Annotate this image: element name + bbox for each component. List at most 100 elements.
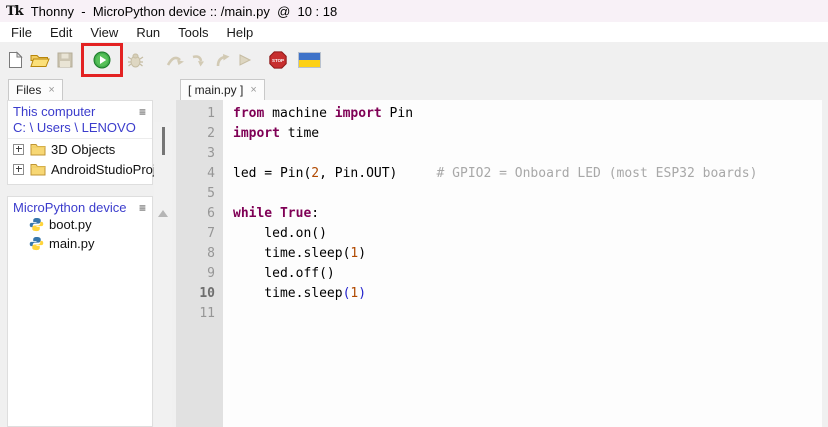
tree-item-label: 3D Objects xyxy=(51,142,115,157)
step-over-icon-disabled xyxy=(166,52,184,68)
save-file-button xyxy=(57,52,73,68)
open-file-button[interactable] xyxy=(30,52,50,68)
stop-icon: STOP xyxy=(269,51,287,69)
line-number: 7 xyxy=(176,224,223,244)
micropython-device-section: MicroPython device ≡ boot.py xyxy=(7,196,153,427)
open-folder-icon xyxy=(30,52,50,68)
python-file-icon xyxy=(29,217,44,232)
expand-plus-icon[interactable] xyxy=(13,144,24,155)
files-tab[interactable]: Files × xyxy=(8,79,63,100)
menu-tools[interactable]: Tools xyxy=(169,23,217,42)
micropython-device-title: MicroPython device xyxy=(13,200,126,215)
folder-icon xyxy=(30,142,46,156)
files-panel: Files × This computer ≡ C: \ Users \ LEN… xyxy=(0,78,176,427)
tree-item-androidstudioprojec[interactable]: AndroidStudioProjec xyxy=(8,159,152,179)
menu-edit[interactable]: Edit xyxy=(41,23,81,42)
code-line[interactable]: led.on() xyxy=(233,224,822,244)
thonny-app-icon: Tk xyxy=(6,4,23,19)
folder-icon xyxy=(30,162,46,176)
code-line[interactable] xyxy=(233,184,822,204)
editor-tab-main-py[interactable]: [ main.py ] × xyxy=(180,79,265,100)
code-line[interactable]: while True: xyxy=(233,204,822,224)
line-number: 1 xyxy=(176,104,223,124)
tree-item-label: main.py xyxy=(49,236,95,251)
python-file-icon xyxy=(29,236,44,251)
files-tab-label: Files xyxy=(16,83,41,97)
menu-run[interactable]: Run xyxy=(127,23,169,42)
editor-tab-close-icon[interactable]: × xyxy=(250,84,256,96)
editor-tab-label: [ main.py ] xyxy=(188,83,243,97)
main-area: Files × This computer ≡ C: \ Users \ LEN… xyxy=(0,78,828,427)
line-number: 10 xyxy=(176,284,223,304)
gutter: 1234567891011 xyxy=(176,100,223,427)
line-number: 11 xyxy=(176,304,223,324)
ukraine-flag-icon xyxy=(298,52,321,68)
line-number: 3 xyxy=(176,144,223,164)
this-computer-menu-icon[interactable]: ≡ xyxy=(137,107,148,117)
files-scrollbar-thumb[interactable] xyxy=(162,127,165,155)
code-line[interactable]: led = Pin(2, Pin.OUT) # GPIO2 = Onboard … xyxy=(233,164,822,184)
this-computer-header: This computer ≡ xyxy=(8,101,152,119)
editor-tab-row: [ main.py ] × xyxy=(176,78,822,100)
line-number: 9 xyxy=(176,264,223,284)
code-lines[interactable]: from machine import Pinimport time led = … xyxy=(223,100,822,427)
ukraine-support-button[interactable] xyxy=(298,52,321,68)
step-out-button xyxy=(214,52,230,68)
tree-item-main-py[interactable]: main.py xyxy=(8,234,152,253)
files-tab-row: Files × xyxy=(0,78,176,100)
line-number: 8 xyxy=(176,244,223,264)
code-line[interactable]: time.sleep(1) xyxy=(233,244,822,264)
run-icon xyxy=(93,51,111,69)
line-number: 6 xyxy=(176,204,223,224)
resume-button xyxy=(237,52,252,68)
files-panel-content: This computer ≡ C: \ Users \ LENOVO 3D O… xyxy=(0,100,176,427)
tree-item-boot-py[interactable]: boot.py xyxy=(8,215,152,234)
tree-item-label: boot.py xyxy=(49,217,92,232)
code-line[interactable]: time.sleep(1) xyxy=(233,284,822,304)
run-button-highlight-box xyxy=(81,43,123,77)
expand-plus-icon[interactable] xyxy=(13,164,24,175)
line-number: 5 xyxy=(176,184,223,204)
new-file-icon xyxy=(8,51,23,69)
micropython-device-menu-icon[interactable]: ≡ xyxy=(137,203,148,213)
run-current-script-button[interactable] xyxy=(93,51,111,69)
current-path[interactable]: C: \ Users \ LENOVO xyxy=(8,119,152,139)
tree-item-3d-objects[interactable]: 3D Objects xyxy=(8,139,152,159)
window-title: Thonny - MicroPython device :: /main.py … xyxy=(31,4,338,19)
toolbar: STOP xyxy=(0,42,828,78)
resume-icon-disabled xyxy=(237,52,252,68)
editor-body: 1234567891011 from machine import Pinimp… xyxy=(176,100,822,427)
this-computer-section: This computer ≡ C: \ Users \ LENOVO 3D O… xyxy=(7,100,153,185)
code-line[interactable] xyxy=(233,144,822,164)
step-into-icon-disabled xyxy=(191,52,207,68)
step-over-button xyxy=(166,52,184,68)
debug-script-button xyxy=(127,52,144,69)
title-bar: Tk Thonny - MicroPython device :: /main.… xyxy=(0,0,828,22)
code-line[interactable]: from machine import Pin xyxy=(233,104,822,124)
scroll-up-arrow-icon[interactable] xyxy=(158,210,168,217)
save-icon-disabled xyxy=(57,52,73,68)
thonny-window: Tk Thonny - MicroPython device :: /main.… xyxy=(0,0,828,427)
code-line[interactable]: led.off() xyxy=(233,264,822,284)
new-file-button[interactable] xyxy=(8,51,23,69)
menu-help[interactable]: Help xyxy=(218,23,263,42)
files-scrollbar[interactable] xyxy=(154,122,172,427)
debug-bug-icon-disabled xyxy=(127,52,144,69)
line-number: 2 xyxy=(176,124,223,144)
editor-pane: [ main.py ] × 1234567891011 from machine… xyxy=(176,78,822,427)
step-into-button xyxy=(191,52,207,68)
svg-text:STOP: STOP xyxy=(272,58,284,63)
files-tab-close-icon[interactable]: × xyxy=(48,84,54,96)
micropython-device-header: MicroPython device ≡ xyxy=(8,197,152,215)
menu-view[interactable]: View xyxy=(81,23,127,42)
code-line[interactable] xyxy=(233,304,822,324)
line-number: 4 xyxy=(176,164,223,184)
menu-bar: File Edit View Run Tools Help xyxy=(0,22,828,42)
stop-restart-button[interactable]: STOP xyxy=(269,51,287,69)
right-edge-strip xyxy=(822,78,828,427)
tree-item-label: AndroidStudioProjec xyxy=(51,162,170,177)
this-computer-title: This computer xyxy=(13,104,95,119)
step-out-icon-disabled xyxy=(214,52,230,68)
menu-file[interactable]: File xyxy=(2,23,41,42)
code-line[interactable]: import time xyxy=(233,124,822,144)
